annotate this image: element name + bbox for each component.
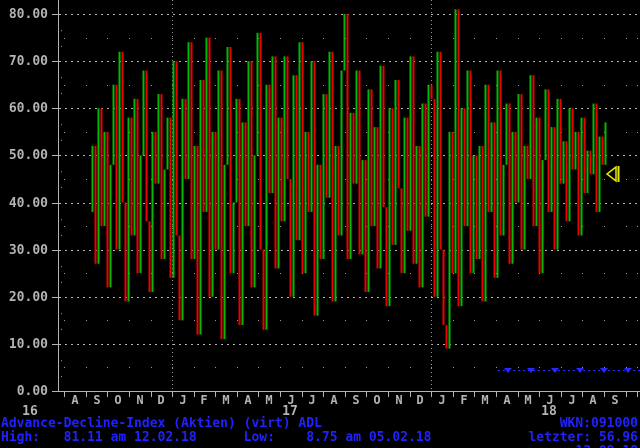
y-tick-label: 20.00: [8, 289, 48, 305]
wkn-number: WKN:091000: [559, 416, 638, 431]
month-tick-label: J: [308, 393, 316, 407]
instrument-title: Advance-Decline-Index (Aktien) (virt) AD…: [1, 416, 322, 431]
month-tick-label: S: [352, 393, 360, 407]
mouse-cursor-icon: [605, 165, 620, 183]
dos-chart-window: 80.00 70.00 60.00 50.00 40.00 30.00 20.00 10.00…: [0, 0, 640, 448]
month-tick-label: J: [568, 393, 576, 407]
month-tick-label: M: [265, 393, 273, 407]
y-tick-label: 30.00: [8, 242, 48, 258]
y-tick-label: 0.00: [16, 383, 48, 399]
last-value: letzter: 56.96: [528, 430, 638, 445]
y-tick-label: 40.00: [8, 195, 48, 211]
month-tick-label: A: [589, 393, 597, 407]
month-tick-label: N: [136, 393, 144, 407]
status-line-stats: High: 81.11 am 12.02.18 Low: 8.75 am 05.…: [0, 431, 640, 444]
y-tick-label: 50.00: [8, 147, 48, 163]
chart-canvas[interactable]: [0, 0, 640, 448]
month-tick-label: J: [179, 393, 187, 407]
month-tick-label: J: [438, 393, 446, 407]
month-tick-label: O: [373, 393, 381, 407]
month-tick-label: N: [395, 393, 403, 407]
y-tick-label: 60.00: [8, 100, 48, 116]
high-low-stats: High: 81.11 am 12.02.18 Low: 8.75 am 05.…: [1, 430, 432, 445]
month-tick-label: D: [416, 393, 424, 407]
month-tick-label: M: [524, 393, 532, 407]
y-tick-label: 70.00: [8, 53, 48, 69]
month-tick-label: F: [200, 393, 208, 407]
month-tick-label: A: [244, 393, 252, 407]
month-tick-label: O: [114, 393, 122, 407]
month-tick-label: S: [611, 393, 619, 407]
signal-indicator: [498, 368, 640, 373]
month-tick-label: A: [330, 393, 338, 407]
status-line-title: Advance-Decline-Index (Aktien) (virt) AD…: [0, 417, 640, 430]
y-tick-label: 10.00: [8, 336, 48, 352]
month-tick-label: A: [503, 393, 511, 407]
month-tick-label: S: [93, 393, 101, 407]
month-tick-label: M: [481, 393, 489, 407]
month-tick-label: A: [71, 393, 79, 407]
month-tick-label: D: [157, 393, 165, 407]
y-tick-label: 80.00: [8, 6, 48, 22]
month-tick-label: M: [222, 393, 230, 407]
month-tick-label: F: [460, 393, 468, 407]
